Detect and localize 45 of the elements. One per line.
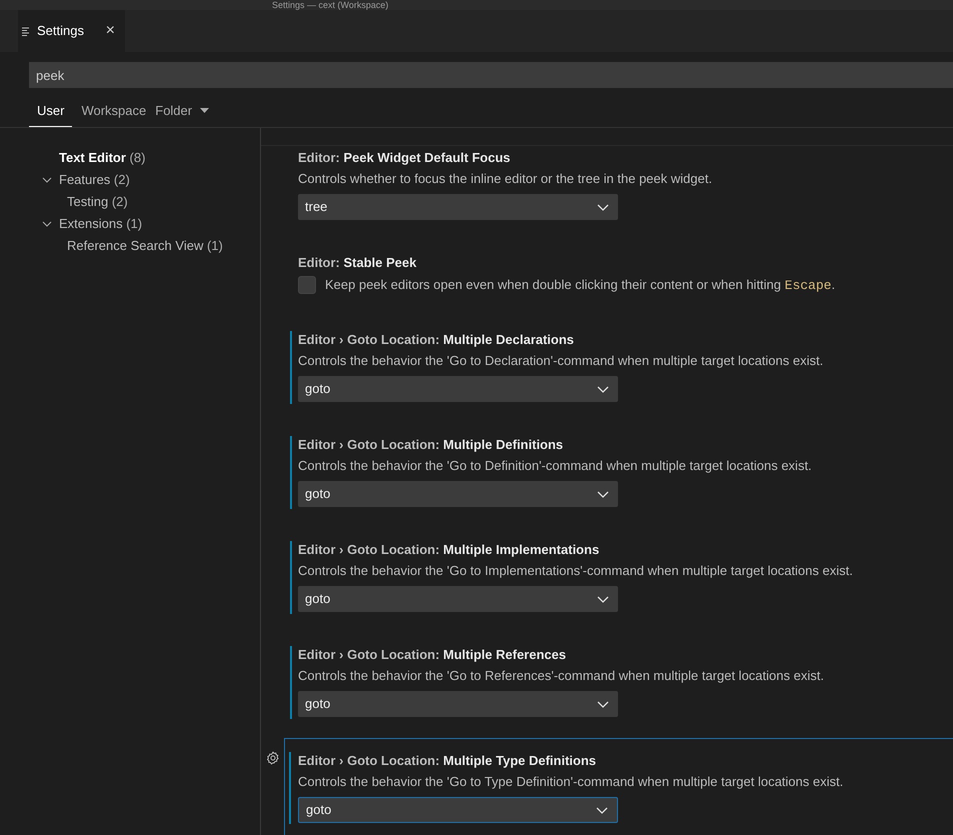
- dropdown[interactable]: goto: [298, 691, 618, 717]
- settings-icon[interactable]: [266, 751, 280, 765]
- setting-description: Keep peek editors open even when double clicking their content or when hitting Escape.: [325, 276, 836, 295]
- chevron-down-icon: [597, 596, 609, 602]
- scope-tab[interactable]: User: [29, 100, 72, 127]
- chevron-down-icon: [596, 806, 608, 814]
- chevron-icon[interactable]: [42, 221, 52, 227]
- dropdown[interactable]: goto: [298, 586, 618, 612]
- tree-item[interactable]: Extensions (1): [59, 214, 142, 234]
- scope-tab[interactable]: Workspace: [81, 100, 146, 127]
- setting-description: Controls whether to focus the inline editor or the tree in the peek widget.: [298, 171, 714, 187]
- checkbox[interactable]: [298, 276, 316, 294]
- tree-item[interactable]: Reference Search View (1): [67, 236, 223, 256]
- setting-title: Editor › Goto Location: Multiple Type Definitions: [298, 753, 598, 769]
- caret-icon: [200, 108, 210, 113]
- editor-tab[interactable]: Settings ×: [18, 10, 125, 52]
- close-icon[interactable]: ×: [106, 23, 115, 39]
- menu-icon: [22, 26, 31, 36]
- setting-title: Editor › Goto Location: Multiple Declarations: [298, 332, 575, 348]
- setting-title: Editor › Goto Location: Multiple References: [298, 647, 567, 663]
- setting-description: Controls the behavior the 'Go to References'-command when multiple target locations exist.: [298, 668, 825, 684]
- tree-item[interactable]: Text Editor (8): [59, 148, 146, 168]
- setting-description: Controls the behavior the 'Go to Type Definition'-command when multiple target locations exist.: [298, 774, 844, 790]
- setting-title: Editor › Goto Location: Multiple Definitions: [298, 437, 564, 453]
- window-title: Settings — cext (Workspace): [272, 0, 388, 10]
- chevron-down-icon: [597, 700, 609, 708]
- tree-item[interactable]: Testing (2): [67, 192, 128, 212]
- dropdown[interactable]: goto: [298, 481, 618, 507]
- setting-title: Editor › Goto Location: Multiple Implementations: [298, 542, 600, 558]
- setting-description: Controls the behavior the 'Go to Definition'-command when multiple target locations exist.: [298, 458, 813, 474]
- search-field[interactable]: peek: [29, 62, 953, 88]
- chevron-down-icon: [597, 204, 609, 210]
- chevron-down-icon: [597, 490, 609, 498]
- chevron-icon[interactable]: [42, 177, 52, 183]
- setting-description: Controls the behavior the 'Go to Declaration'-command when multiple target locations exist.: [298, 353, 824, 369]
- setting-description: Controls the behavior the 'Go to Implementations'-command when multiple target locations exist.: [298, 563, 854, 579]
- dropdown[interactable]: tree: [298, 194, 618, 220]
- scope-tab[interactable]: Folder: [155, 100, 210, 127]
- chevron-down-icon: [597, 386, 609, 392]
- setting-title: Editor: Peek Widget Default Focus: [298, 150, 512, 166]
- tree-item[interactable]: Features (2): [59, 170, 130, 190]
- setting-title: Editor: Stable Peek: [298, 255, 418, 271]
- dropdown[interactable]: goto: [298, 797, 618, 823]
- dropdown[interactable]: goto: [298, 376, 618, 402]
- tab-title: Settings: [37, 22, 84, 40]
